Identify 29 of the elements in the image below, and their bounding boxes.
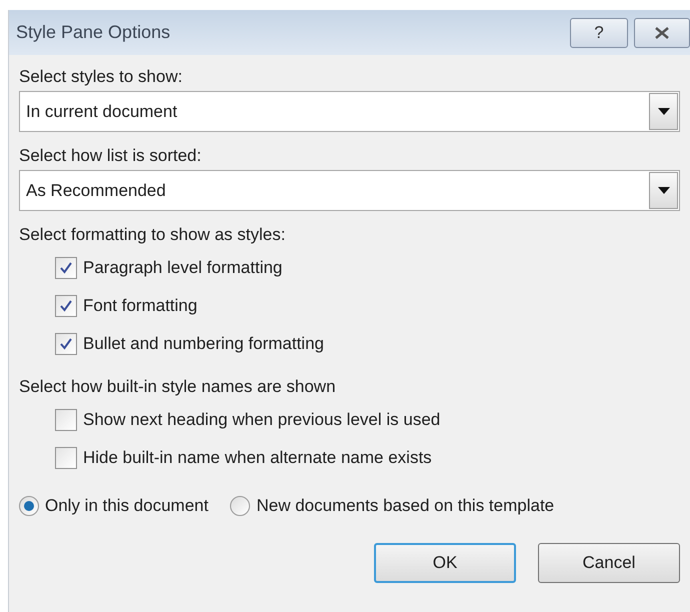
dropdown-label: Select how list is sorted: <box>19 145 202 167</box>
dropdown[interactable]: As Recommended <box>19 170 680 211</box>
close-button[interactable] <box>634 18 690 48</box>
checkbox[interactable] <box>55 333 77 355</box>
check-icon <box>59 261 73 275</box>
cancel-button[interactable]: Cancel <box>538 543 680 583</box>
dropdown[interactable]: In current document <box>19 91 680 132</box>
checkbox-label: Show next heading when previous level is used <box>83 409 440 432</box>
window-title: Style Pane Options <box>16 21 170 44</box>
help-button[interactable]: ? <box>570 18 628 48</box>
checkbox[interactable] <box>55 257 77 279</box>
section-label: Select how built-in style names are shown <box>19 376 337 398</box>
section-label: Select formatting to show as styles: <box>19 224 286 246</box>
checkbox-label: Paragraph level formatting <box>83 257 282 280</box>
radio-button[interactable] <box>230 496 250 516</box>
radio-label: Only in this document <box>45 495 208 518</box>
dropdown-label: Select styles to show: <box>19 66 184 88</box>
ok-button[interactable]: OK <box>374 543 516 583</box>
radio-button[interactable] <box>19 496 39 516</box>
check-icon <box>59 299 73 313</box>
check-icon <box>59 337 73 351</box>
checkbox[interactable] <box>55 447 77 469</box>
radio-label: New documents based on this template <box>256 495 554 518</box>
checkbox-label: Font formatting <box>83 295 198 318</box>
checkbox-label: Hide built-in name when alternate name exists <box>83 447 432 470</box>
checkbox[interactable] <box>55 295 77 317</box>
checkbox-label: Bullet and numbering formatting <box>83 333 324 356</box>
close-icon <box>654 26 670 38</box>
checkbox[interactable] <box>55 409 77 431</box>
